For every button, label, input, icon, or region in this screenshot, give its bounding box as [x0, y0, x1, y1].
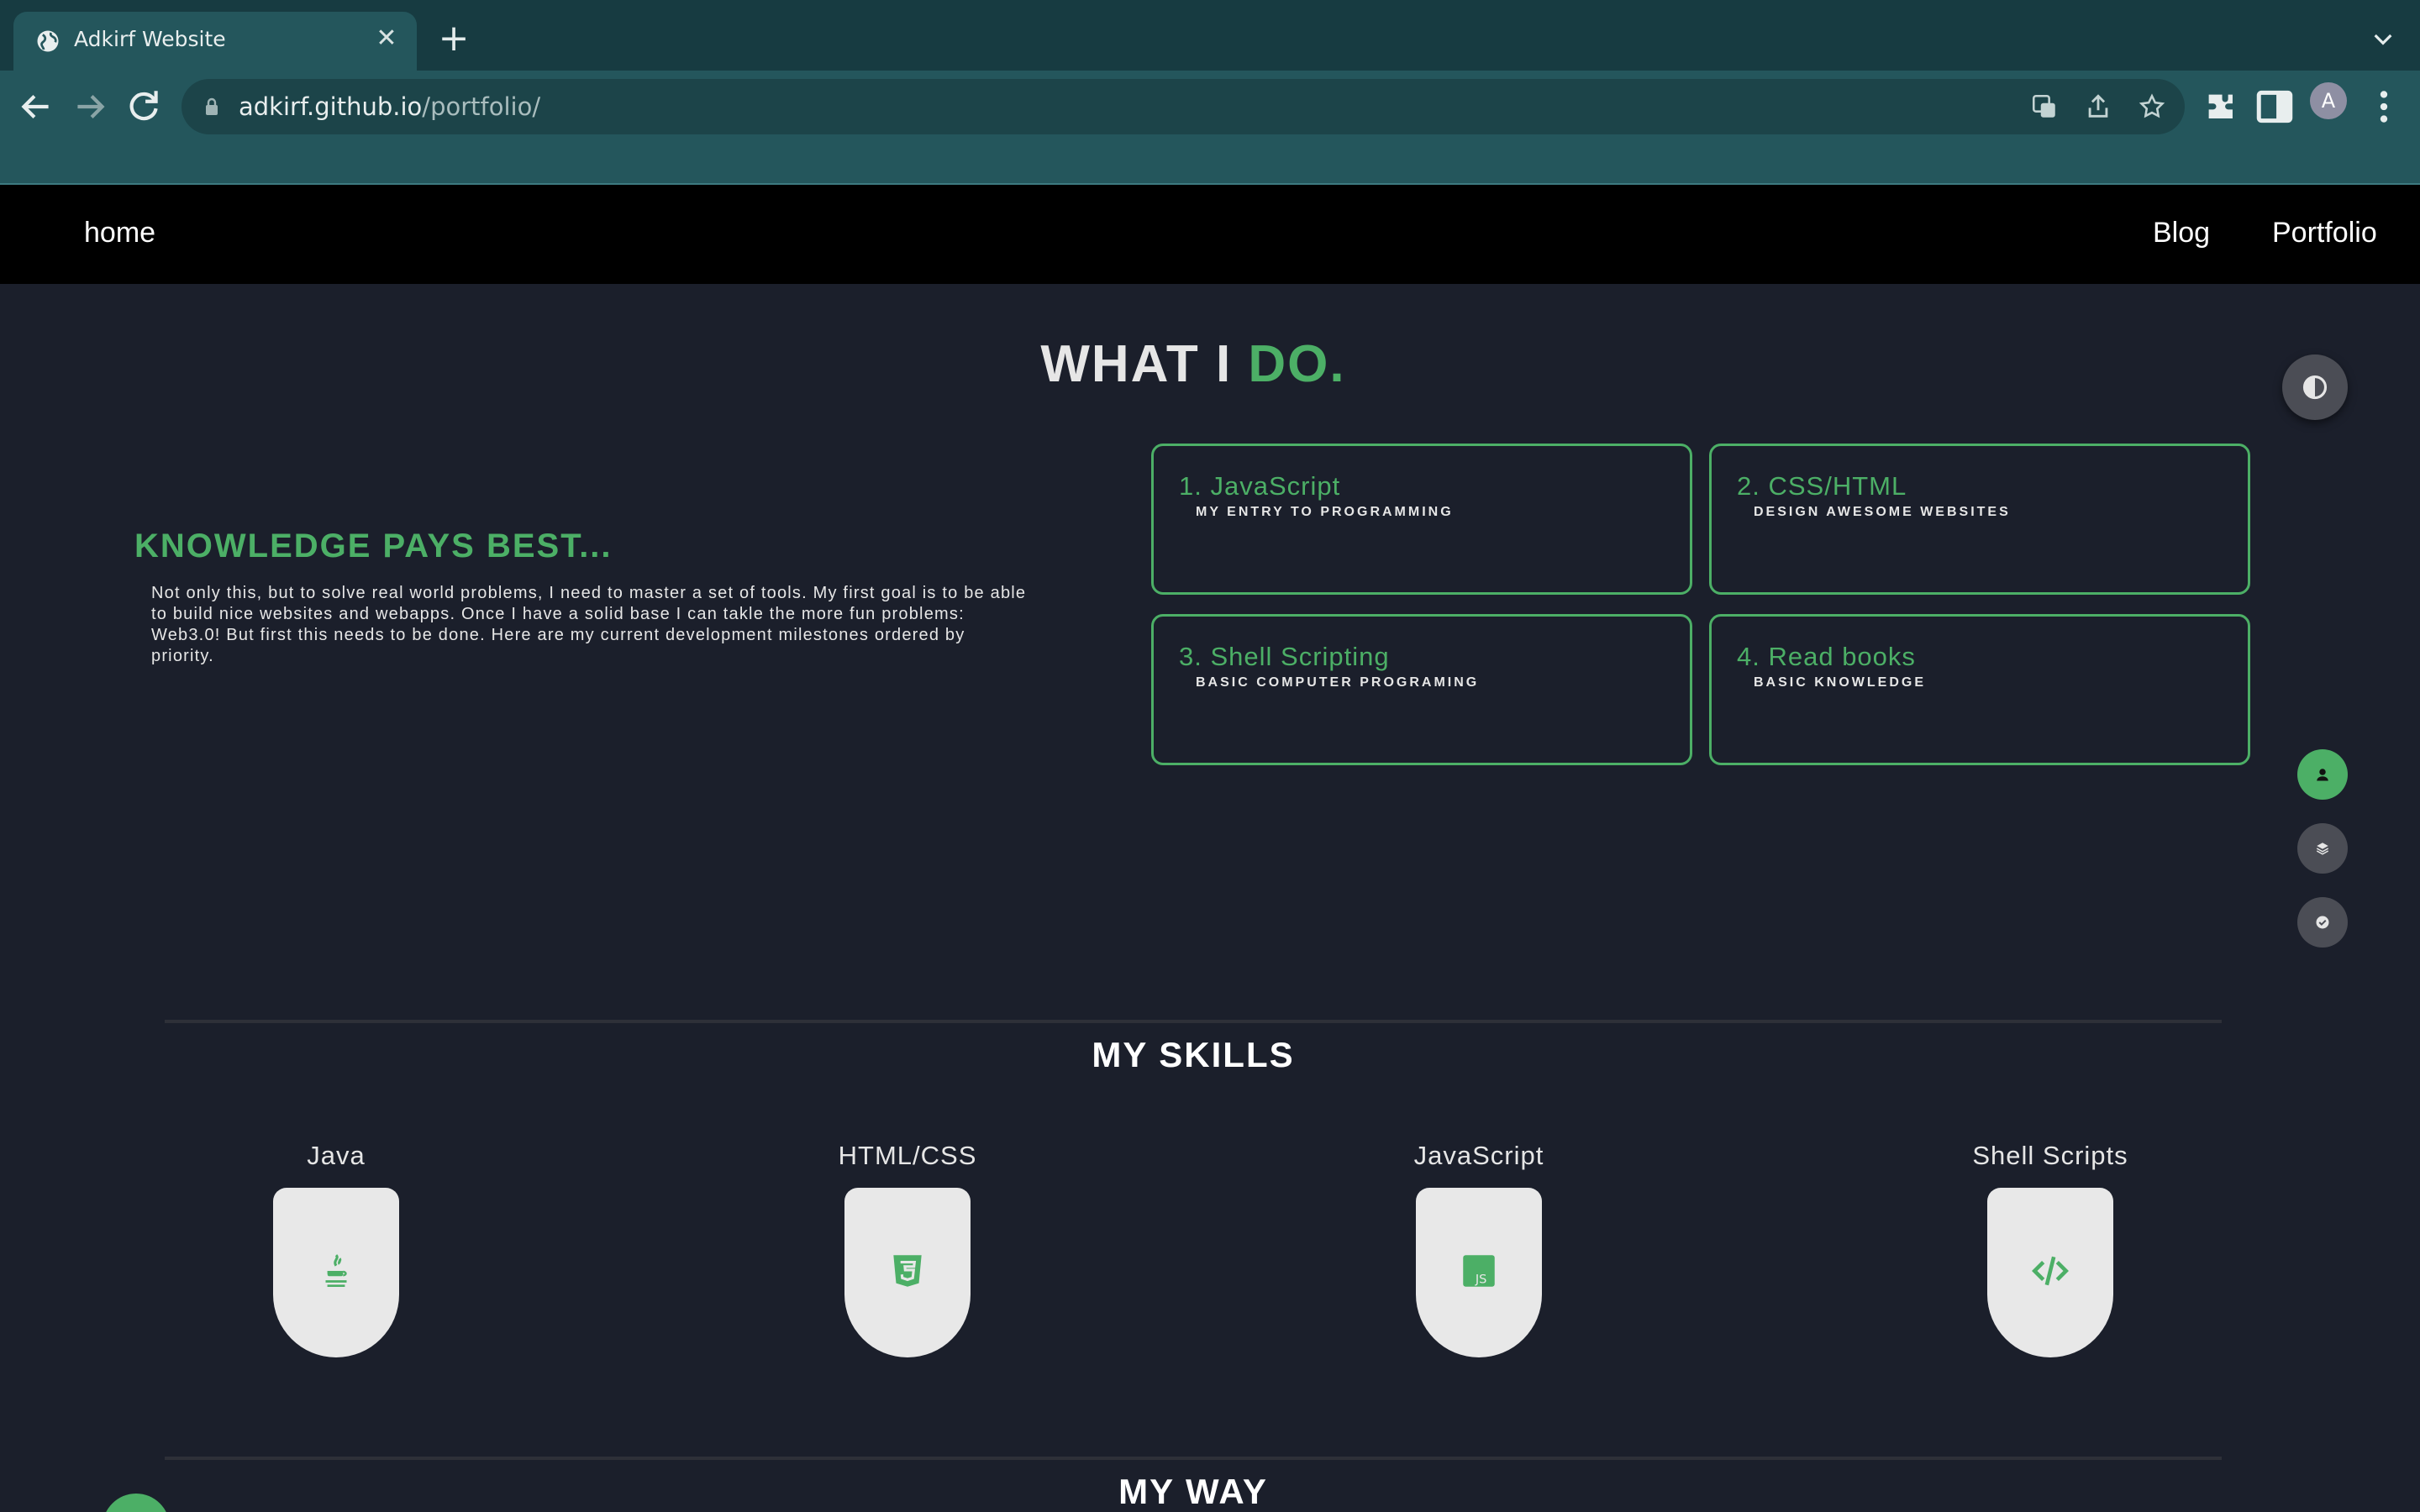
url-host: adkirf.github.io: [239, 92, 423, 121]
milestone-title: 2. CSS/HTML: [1737, 471, 1907, 501]
close-tab-icon[interactable]: ✕: [371, 24, 402, 54]
code-icon: [2032, 1256, 2069, 1286]
milestone-title: 4. Read books: [1737, 642, 1916, 671]
url-path: /portfolio/: [422, 92, 541, 121]
milestone-subtitle: BASIC KNOWLEDGE: [1754, 675, 1926, 690]
theme-toggle-button[interactable]: [2282, 354, 2348, 420]
page-title-main: WHAT I: [1040, 335, 1249, 393]
milestone-card-shell-scripting: 3. Shell Scripting BASIC COMPUTER PROGRA…: [1151, 614, 1692, 765]
page-title-accent: DO.: [1248, 335, 1346, 393]
milestone-card-read-books: 4. Read books BASIC KNOWLEDGE: [1709, 614, 2250, 765]
contrast-icon: [2302, 375, 2328, 400]
side-panel-icon[interactable]: [2254, 86, 2296, 128]
site-navbar: home Blog Portfolio: [0, 185, 2420, 284]
milestone-card-css-html: 2. CSS/HTML DESIGN AWESOME WEBSITES: [1709, 444, 2250, 595]
browser-tab[interactable]: Adkirf Website ✕: [13, 12, 417, 71]
skill-card-java: Java: [210, 1141, 462, 1357]
layers-icon: [2316, 843, 2329, 855]
browser-tab-strip: Adkirf Website ✕ +: [0, 0, 2420, 71]
url-text[interactable]: adkirf.github.io/portfolio/: [239, 92, 540, 121]
skill-card-javascript: JavaScript JS: [1353, 1141, 1605, 1357]
milestone-title: 1. JavaScript: [1179, 471, 1341, 501]
skill-name: JavaScript: [1413, 1141, 1544, 1170]
back-arrow-icon[interactable]: [15, 86, 57, 128]
milestone-card-javascript: 1. JavaScript MY ENTRY TO PROGRAMMING: [1151, 444, 1692, 595]
check-circle-icon: [2316, 916, 2329, 929]
knowledge-heading: KNOWLEDGE PAYS BEST...: [134, 528, 613, 564]
extensions-puzzle-icon[interactable]: [2200, 86, 2242, 128]
translate-icon[interactable]: [2030, 92, 2059, 121]
globe-icon: [37, 30, 59, 52]
skill-name: HTML/CSS: [838, 1141, 977, 1170]
side-nav-way[interactable]: [2297, 897, 2348, 948]
side-nav-about[interactable]: [2297, 749, 2348, 800]
section-divider: [165, 1020, 2222, 1023]
skill-badge: [1987, 1188, 2113, 1357]
skill-name: Shell Scripts: [1972, 1141, 2128, 1170]
knowledge-paragraph: Not only this, but to solve real world p…: [151, 584, 1027, 665]
share-icon[interactable]: [2084, 92, 2112, 121]
css3-icon: [893, 1255, 922, 1287]
way-heading: MY WAY: [1118, 1472, 1268, 1511]
page-title: WHAT I DO.: [0, 334, 2386, 394]
side-nav-skills[interactable]: [2297, 823, 2348, 874]
profile-avatar[interactable]: A: [2310, 82, 2347, 119]
js-icon: JS: [1463, 1255, 1495, 1287]
kebab-menu-icon[interactable]: [2363, 86, 2405, 128]
java-icon: [325, 1254, 347, 1288]
skills-heading: MY SKILLS: [1092, 1035, 1295, 1074]
skill-badge: [844, 1188, 971, 1357]
skill-card-shell-scripts: Shell Scripts: [1924, 1141, 2176, 1357]
skill-card-html-css: HTML/CSS: [781, 1141, 1034, 1357]
milestone-subtitle: BASIC COMPUTER PROGRAMING: [1196, 675, 1480, 690]
milestone-subtitle: MY ENTRY TO PROGRAMMING: [1196, 505, 1454, 519]
skill-name: Java: [307, 1141, 366, 1170]
nav-link-portfolio[interactable]: Portfolio: [2272, 217, 2377, 249]
nav-link-home[interactable]: home: [84, 217, 155, 249]
browser-toolbar: adkirf.github.io/portfolio/ A: [0, 71, 2420, 185]
user-icon: [2317, 769, 2328, 781]
skill-badge: [273, 1188, 399, 1357]
lock-icon[interactable]: [203, 97, 220, 116]
milestone-subtitle: DESIGN AWESOME WEBSITES: [1754, 505, 2011, 519]
star-bookmark-icon[interactable]: [2138, 92, 2166, 121]
new-tab-plus-icon[interactable]: +: [435, 20, 472, 59]
address-bar[interactable]: adkirf.github.io/portfolio/: [182, 79, 2185, 134]
tab-title: Adkirf Website: [74, 27, 226, 51]
svg-text:JS: JS: [1475, 1273, 1487, 1287]
chevron-down-icon[interactable]: [2370, 25, 2396, 52]
nav-link-blog[interactable]: Blog: [2153, 217, 2210, 249]
milestone-title: 3. Shell Scripting: [1179, 642, 1390, 671]
forward-arrow-icon[interactable]: [69, 86, 111, 128]
reload-icon[interactable]: [123, 86, 165, 128]
section-divider: [165, 1457, 2222, 1460]
skill-badge: JS: [1416, 1188, 1542, 1357]
